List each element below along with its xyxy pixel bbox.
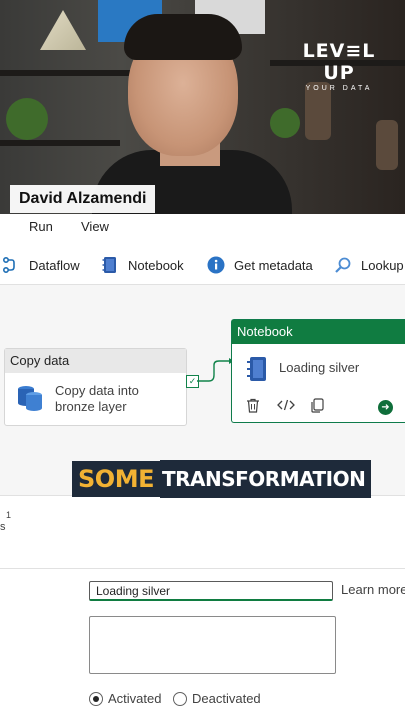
run-arrow-icon[interactable]: ➜ <box>378 400 393 415</box>
lookup-label: Lookup <box>361 257 404 273</box>
description-textarea[interactable] <box>89 616 336 674</box>
notebook-icon <box>101 256 119 274</box>
deactivated-label: Deactivated <box>192 691 261 706</box>
notebook-activity[interactable]: Notebook Loading silver ➜ <box>231 319 405 423</box>
menu-bar: Run View <box>0 214 405 240</box>
dataflow-icon <box>2 256 20 274</box>
delete-icon[interactable] <box>246 398 260 416</box>
shelf <box>0 140 120 146</box>
radio-unselected-icon <box>173 691 187 706</box>
copy-data-line2: bronze layer <box>55 399 127 414</box>
tab-label-clipped[interactable]: s <box>0 521 6 533</box>
brand-logo-subtitle: YOUR DATA <box>305 85 373 92</box>
copy-data-line1: Copy data into <box>55 383 139 398</box>
brand-logo-title: LEV≡L UP <box>302 40 376 84</box>
properties-panel-header: 1 s <box>0 496 405 569</box>
caption-word-highlight: SOME <box>72 461 160 497</box>
copy-icon[interactable] <box>310 398 324 416</box>
get-metadata-label: Get metadata <box>234 257 313 273</box>
notebook-icon <box>246 356 268 382</box>
menu-view[interactable]: View <box>81 219 109 234</box>
plant <box>6 98 48 140</box>
caption-word: TRANSFORMATION <box>159 460 372 498</box>
figurine <box>376 120 398 170</box>
success-connector <box>197 358 234 382</box>
learn-more-link[interactable]: Learn more <box>341 582 405 597</box>
deactivated-radio[interactable]: Deactivated <box>173 691 261 706</box>
notebook-activity-title: Loading silver <box>279 360 360 375</box>
notebook-label: Notebook <box>128 257 184 273</box>
plant <box>270 108 300 138</box>
webcam-video: LEV≡L UP YOUR DATA David Alzamendi <box>0 0 405 214</box>
radio-selected-icon <box>89 691 103 706</box>
brand-logo: LEV≡L UP YOUR DATA <box>284 40 394 92</box>
presenter-name-tag: David Alzamendi <box>10 185 156 213</box>
shelf <box>0 70 130 76</box>
info-icon <box>207 256 225 274</box>
code-icon[interactable] <box>277 398 295 415</box>
dataflow-label: Dataflow <box>29 257 80 273</box>
copy-data-activity[interactable]: Copy data Copy data into bronze layer <box>4 348 187 426</box>
person-hair <box>124 14 242 60</box>
menu-run[interactable]: Run <box>29 219 53 234</box>
caption-banner: SOME TRANSFORMATION <box>72 459 372 499</box>
activity-name-input[interactable] <box>89 581 333 601</box>
dataflow-button[interactable]: Dataflow <box>2 254 80 276</box>
activated-radio[interactable]: Activated <box>89 691 161 706</box>
tab-count: 1 <box>6 510 12 520</box>
notebook-activity-header: Notebook <box>232 320 405 344</box>
copy-data-header: Copy data <box>5 349 186 373</box>
activities-toolbar: Dataflow Notebook Get metadata Lookup <box>0 246 405 285</box>
lookup-button[interactable]: Lookup <box>334 254 404 276</box>
get-metadata-button[interactable]: Get metadata <box>207 254 313 276</box>
database-icon <box>17 383 43 418</box>
activity-actions <box>246 398 396 418</box>
notebook-button[interactable]: Notebook <box>101 254 184 276</box>
activated-label: Activated <box>108 691 162 706</box>
search-icon <box>334 256 352 274</box>
